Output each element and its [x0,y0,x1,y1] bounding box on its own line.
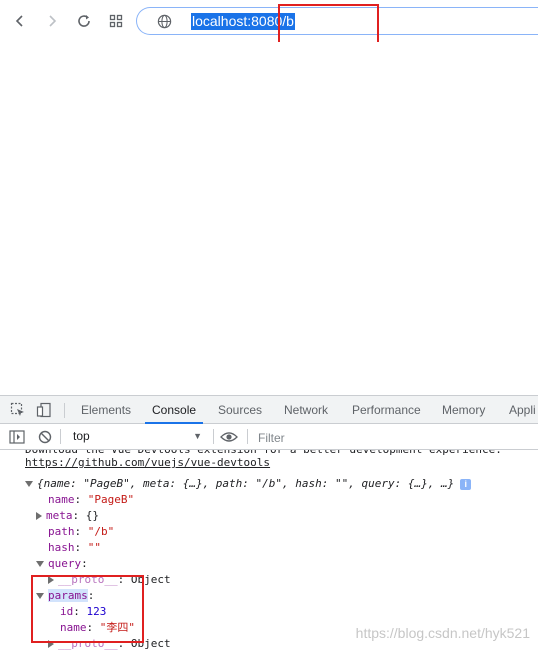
browser-toolbar: localhost:8080/b [0,0,538,44]
toolbar-separator [213,429,214,444]
clear-console-icon[interactable] [36,428,54,446]
toolbar-separator [60,429,61,444]
context-selector[interactable]: top ▼ [66,427,206,446]
prop-value: "PageB" [87,493,135,506]
tab-application[interactable]: Appli [509,396,536,424]
tab-console[interactable]: Console [145,396,204,424]
prop-key: query [48,557,82,570]
apps-grid-icon[interactable] [103,8,129,34]
info-icon[interactable]: i [460,478,472,490]
prop-key: hash [48,541,75,554]
prop-path-row: path: "/b" [48,525,115,538]
globe-icon [157,14,172,32]
tab-separator [64,403,65,418]
tab-network[interactable]: Network [284,396,328,424]
prop-key: path [48,525,75,538]
live-expression-eye-icon[interactable] [220,428,238,446]
back-arrow-icon[interactable] [7,8,33,34]
watermark: https://blog.csdn.net/hyk521 [355,625,530,641]
console-toolbar: top ▼ [0,424,538,450]
prop-value: "" [87,541,101,554]
object-summary: {name: "PageB", meta: {…}, path: "/b", h… [37,477,455,490]
console-banner-link[interactable]: https://github.com/vuejs/vue-devtools [25,455,270,471]
params-highlight-box [31,575,144,643]
tab-elements[interactable]: Elements [81,396,131,424]
url-highlight-box [278,4,379,44]
context-value: top [73,429,90,443]
prop-hash-row: hash: "" [48,541,101,554]
tab-memory[interactable]: Memory [442,396,485,424]
page-viewport [0,42,538,395]
reload-icon[interactable] [71,8,97,34]
prop-value: "/b" [87,525,115,538]
expand-triangle-icon[interactable] [25,481,33,487]
prop-key: meta [46,509,73,522]
expand-triangle-icon[interactable] [36,512,42,520]
expand-triangle-icon[interactable] [36,561,44,567]
chevron-down-icon: ▼ [193,431,202,441]
tab-sources[interactable]: Sources [218,396,262,424]
device-toolbar-icon[interactable] [35,401,53,419]
inspect-element-icon[interactable] [9,401,27,419]
toolbar-separator [247,429,248,444]
forward-arrow-icon[interactable] [39,8,65,34]
filter-input[interactable] [252,427,538,448]
object-summary-row[interactable]: {name: "PageB", meta: {…}, path: "/b", h… [25,476,472,492]
devtools-panel: Elements Console Sources Network Perform… [0,395,538,652]
sidebar-toggle-icon[interactable] [8,428,26,446]
prop-key: name [48,493,75,506]
devtools-tab-bar: Elements Console Sources Network Perform… [0,395,538,424]
tab-performance[interactable]: Performance [352,396,421,424]
prop-name-row: name: "PageB" [48,493,135,506]
prop-query-row[interactable]: query: [36,556,88,572]
vue-devtools-link[interactable]: https://github.com/vuejs/vue-devtools [25,456,270,469]
prop-meta-row[interactable]: meta: {} [36,508,99,524]
prop-value: {} [85,509,99,522]
